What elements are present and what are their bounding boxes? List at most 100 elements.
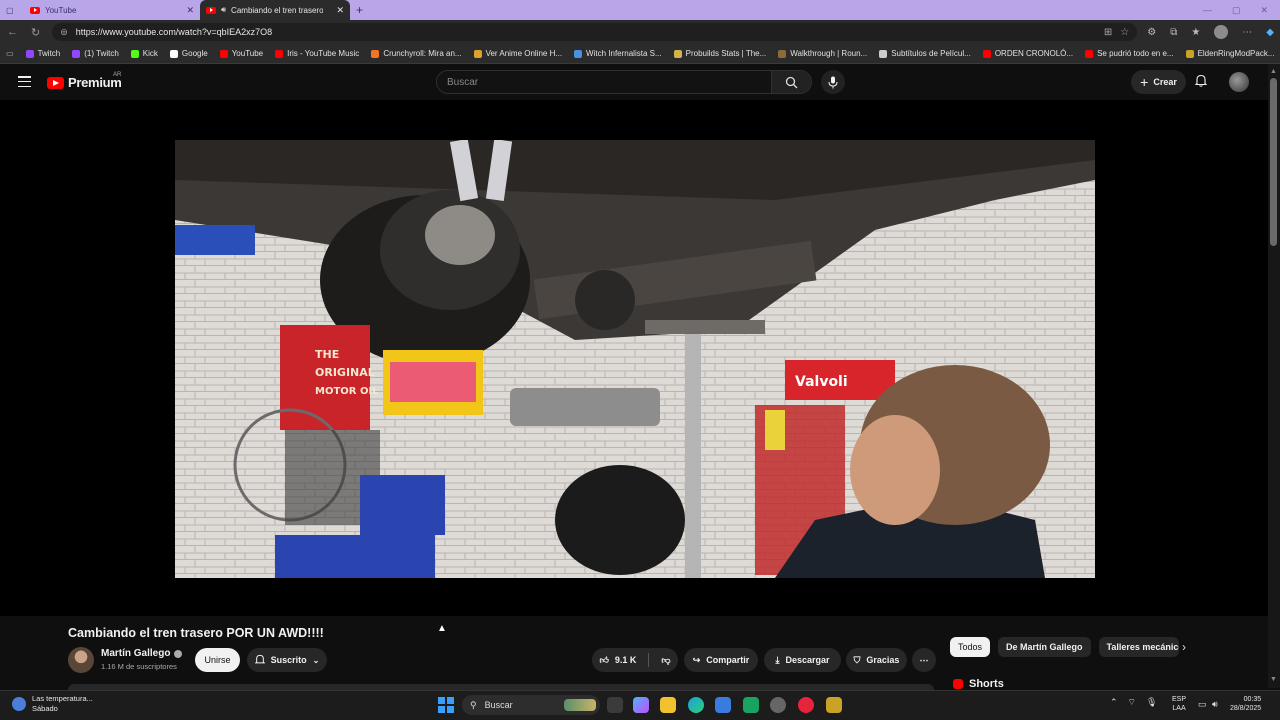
edge-browser-icon[interactable] (688, 697, 704, 713)
create-label: Crear (1153, 77, 1177, 87)
show-hidden-icons-icon[interactable]: ⌃ (1110, 697, 1118, 708)
url-field[interactable]: ⊜ https://www.youtube.com/watch?v=qbIEA2… (52, 23, 1138, 41)
search-input[interactable] (437, 71, 771, 93)
bookmark-item[interactable]: (1) Twitch (72, 49, 119, 58)
bookmark-item[interactable]: Twitch (25, 49, 61, 58)
like-button[interactable]: 👍︎ 9.1 K (599, 655, 636, 666)
video-player[interactable]: THE ORIGINAL MOTOR OIL Valvoli (0, 100, 1268, 616)
chip-de-martin-gallego[interactable]: De Martín Gallego (998, 637, 1091, 657)
bookmark-item[interactable]: YouTube (219, 49, 263, 58)
split-screen-icon[interactable]: ⧉ (1170, 27, 1177, 38)
favorite-star-icon[interactable]: ☆ (1120, 27, 1129, 38)
bookmark-item[interactable]: EldenRingModPack... (1185, 49, 1275, 58)
language-indicator[interactable]: ESP LAA (1172, 695, 1186, 713)
windows-start-icon[interactable] (438, 697, 454, 713)
profile-avatar[interactable] (1214, 25, 1229, 39)
close-tab-icon[interactable]: ✕ (186, 5, 194, 16)
microphone-tray-icon[interactable]: 🎙︎ (1146, 697, 1157, 708)
app-available-icon[interactable]: ⊞ (1104, 27, 1112, 38)
scroll-down-arrow-icon[interactable]: ▼ (1270, 676, 1277, 683)
thumbs-down-icon[interactable]: 👎︎ (661, 655, 670, 666)
search-button[interactable] (771, 71, 811, 93)
display-icon[interactable]: ▭ (1198, 699, 1207, 710)
youtube-premium-logo[interactable]: Premium (47, 75, 122, 90)
scroll-up-arrow-icon[interactable]: ▲ (1270, 68, 1277, 75)
chip-todos[interactable]: Todos (950, 637, 991, 657)
notifications-bell-icon[interactable] (1194, 74, 1208, 90)
network-icon[interactable]: ⌔ (1128, 697, 1136, 708)
channel-name[interactable]: Martín Gallego (101, 648, 183, 659)
subscribed-label: Suscrito (270, 655, 307, 665)
create-button[interactable]: + Crear (1131, 70, 1186, 94)
subscribed-button[interactable]: Suscrito ⌄ (247, 648, 327, 672)
bookmark-favicon-icon (130, 49, 139, 58)
taskbar-clock[interactable]: 00:35 28/8/2025 (1230, 695, 1261, 713)
thanks-button[interactable]: ⛉ Gracias (846, 648, 907, 672)
tab-video[interactable]: 🔊︎ Cambiando el tren trasero P ✕ (200, 0, 350, 20)
more-actions-button[interactable]: ⋯ (912, 648, 936, 672)
chips-next-icon[interactable]: › (1182, 640, 1186, 654)
bookmark-item[interactable]: Se pudrió todo en e... (1085, 49, 1174, 58)
taskbar-search[interactable]: ⚲ Buscar (462, 695, 600, 715)
bookmarks-menu-icon[interactable]: ▭ (6, 49, 14, 58)
bookmark-item[interactable]: Walkthrough | Roun... (778, 49, 867, 58)
join-button[interactable]: Unirse (195, 648, 240, 672)
site-info-icon[interactable]: ⊜ (60, 27, 68, 38)
whatsapp-icon[interactable] (743, 697, 759, 713)
tab-title: Cambiando el tren trasero P (231, 5, 324, 15)
bookmark-label: Google (181, 49, 208, 58)
account-avatar[interactable] (1229, 72, 1249, 92)
weather-line-2: Sábado (32, 704, 58, 713)
bookmark-item[interactable]: Subtítulos de Películ... (879, 49, 971, 58)
svg-text:MOTOR OIL: MOTOR OIL (315, 386, 379, 397)
share-button[interactable]: ↪ Compartir (684, 648, 758, 672)
bookmark-label: Walkthrough | Roun... (790, 49, 868, 58)
favorites-icon[interactable]: ★ (1191, 27, 1200, 38)
download-button[interactable]: ⤓ Descargar (764, 648, 841, 672)
scrollbar-thumb[interactable] (1270, 78, 1277, 246)
menu-icon[interactable] (18, 76, 31, 87)
close-tab-icon[interactable]: ✕ (336, 5, 344, 16)
bookmark-item[interactable]: Witch Infernalista S... (574, 49, 662, 58)
tab-youtube[interactable]: YouTube ✕ (24, 0, 200, 20)
toolbar-icons: ⚙ ⧉ ★ ⋯ ◆ (1147, 25, 1274, 39)
game-launcher-icon[interactable] (826, 697, 842, 713)
speaker-icon[interactable]: 🔊︎ (221, 5, 226, 15)
microsoft-store-icon[interactable] (715, 697, 731, 713)
tab-actions-icon[interactable]: ▢ (0, 0, 24, 20)
bookmark-item[interactable]: Iris - YouTube Music (275, 49, 359, 58)
bookmark-item[interactable]: Google (169, 49, 208, 58)
maximize-icon[interactable]: ▢ (1232, 5, 1241, 16)
chevron-down-icon: ⌄ (312, 655, 320, 665)
bookmark-item[interactable]: Ver Anime Online H... (473, 49, 562, 58)
shorts-icon (953, 679, 963, 689)
music-player-icon[interactable] (798, 697, 814, 713)
search-icon (785, 76, 798, 88)
voice-search-button[interactable] (821, 70, 845, 94)
new-tab-icon[interactable]: + (356, 3, 363, 17)
reload-icon[interactable]: ↻ (29, 26, 42, 39)
bookmark-label: Twitch (37, 49, 61, 58)
bookmark-item[interactable]: Probuilds Stats | The... (673, 49, 766, 58)
back-icon[interactable]: ← (6, 26, 19, 38)
window-controls: — ▢ ✕ (1203, 5, 1280, 16)
volume-icon[interactable]: 🔊︎ (1212, 699, 1218, 710)
video-frame[interactable]: THE ORIGINAL MOTOR OIL Valvoli (175, 140, 1095, 578)
weather-widget[interactable]: Las temperatura... Sábado (12, 694, 93, 714)
extensions-icon[interactable]: ⚙ (1147, 27, 1156, 38)
channel-avatar[interactable] (68, 647, 94, 673)
chip-talleres-mecanicos[interactable]: Talleres mecánicos (1098, 637, 1179, 657)
steam-icon[interactable] (770, 697, 786, 713)
bookmark-item[interactable]: ORDEN CRONOLÓ... (982, 49, 1073, 58)
more-menu-icon[interactable]: ⋯ (1242, 27, 1252, 38)
bookmark-item[interactable]: Kick (130, 49, 158, 58)
mouse-cursor-icon: ▲ (437, 623, 447, 634)
task-view-icon[interactable] (607, 697, 623, 713)
copilot-icon[interactable]: ◆ (1266, 27, 1274, 38)
minimize-icon[interactable]: — (1203, 5, 1212, 16)
copilot-app-icon[interactable] (633, 697, 649, 713)
search-highlight-image (564, 699, 596, 711)
file-explorer-icon[interactable] (660, 697, 676, 713)
close-window-icon[interactable]: ✕ (1260, 5, 1268, 16)
bookmark-item[interactable]: Crunchyroll: Mira an... (371, 49, 462, 58)
